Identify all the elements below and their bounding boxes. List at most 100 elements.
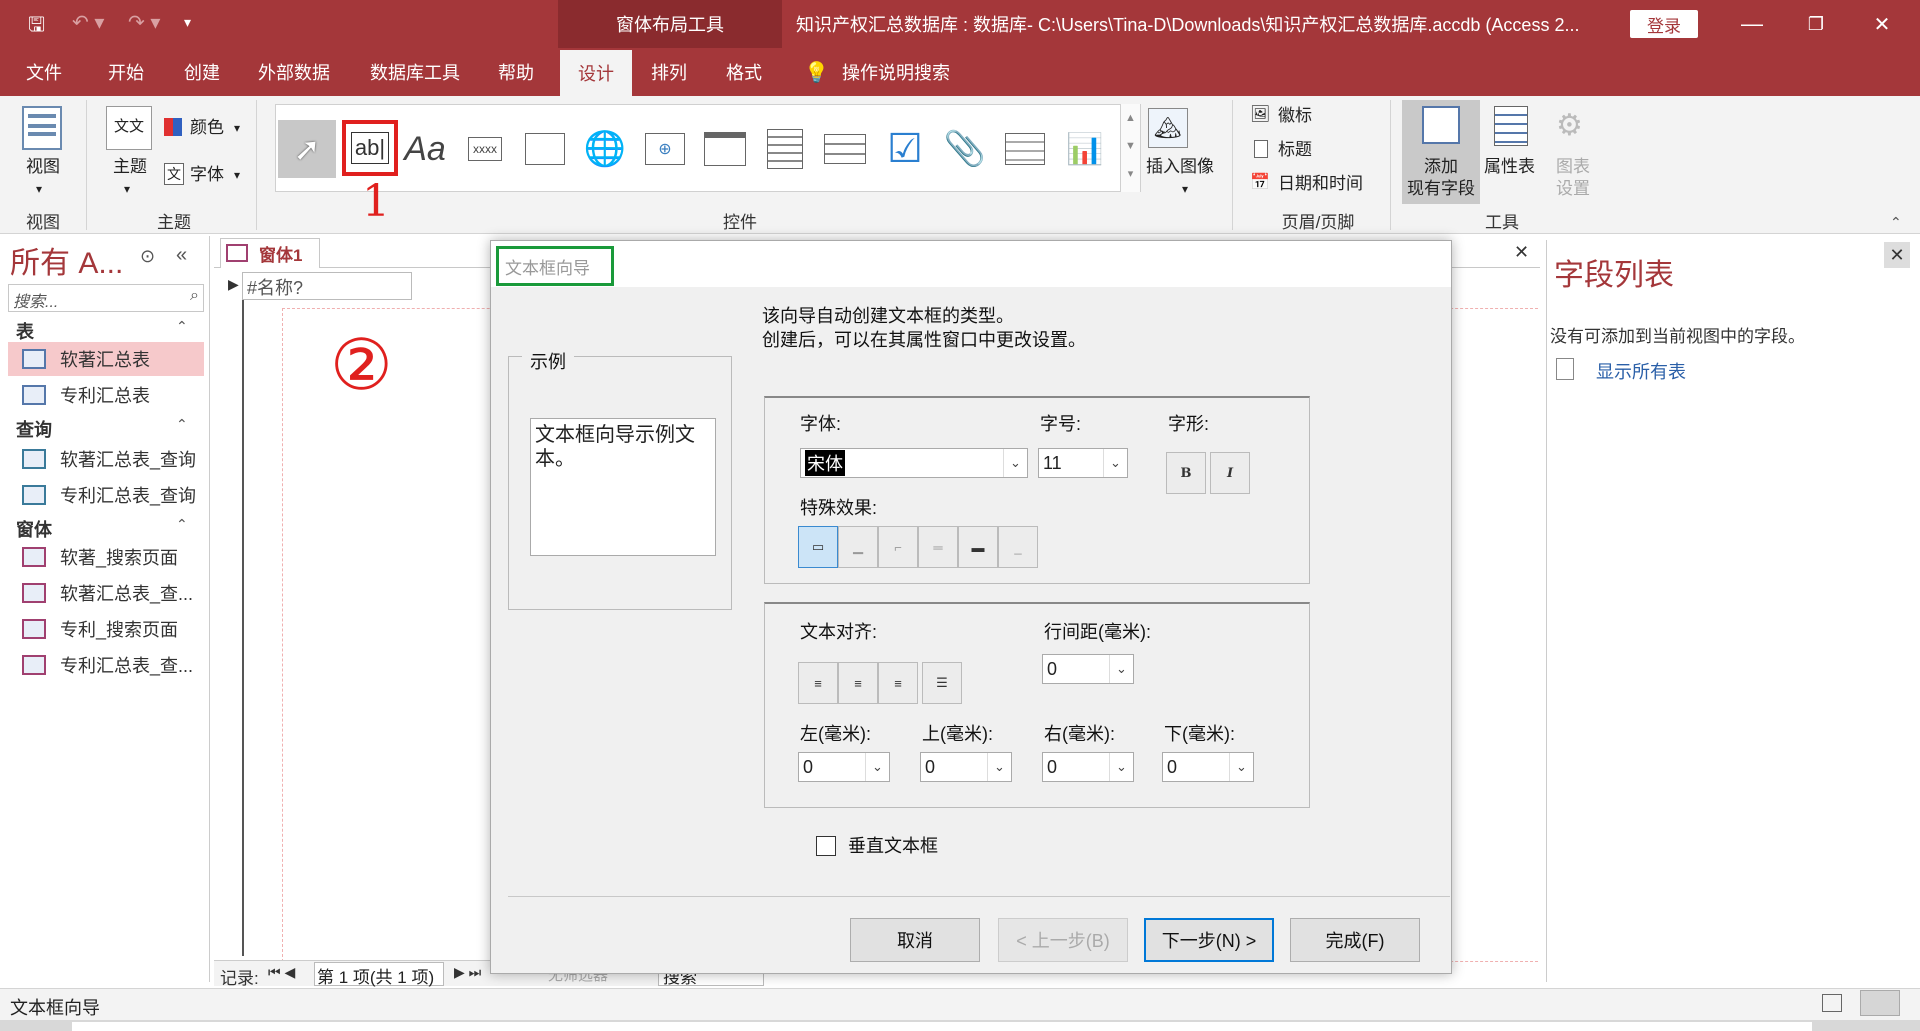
- effect-raised-button[interactable]: ▁: [838, 526, 878, 568]
- next-button[interactable]: 下一步(N) >: [1144, 918, 1274, 962]
- next-record-icon[interactable]: ▶ ⏭: [454, 964, 481, 981]
- nav-category-queries[interactable]: 查询: [16, 416, 52, 442]
- nav-item-form[interactable]: 专利汇总表_查...: [8, 648, 204, 682]
- tell-me-search[interactable]: 操作说明搜索: [842, 48, 950, 96]
- chevron-down-icon[interactable]: ⌄: [865, 753, 889, 781]
- chevron-down-icon[interactable]: ⌄: [1103, 449, 1127, 477]
- form-view-icon[interactable]: [1822, 994, 1842, 1012]
- nav-pane-title[interactable]: 所有 A...: [10, 238, 123, 282]
- nav-menu-icon[interactable]: ⊙: [140, 246, 155, 267]
- nav-item-table[interactable]: 专利汇总表: [8, 378, 204, 412]
- tab-design[interactable]: 设计: [560, 50, 632, 96]
- chevron-down-icon[interactable]: ▾: [234, 164, 240, 186]
- shutter-bar-icon[interactable]: «: [176, 244, 187, 267]
- fonts-button[interactable]: 字体: [190, 164, 224, 186]
- attachment-control-icon[interactable]: 📎: [940, 124, 990, 174]
- search-icon[interactable]: ⌕: [190, 287, 199, 305]
- nav-category-tables[interactable]: 表: [16, 318, 34, 344]
- close-button[interactable]: ✕: [1852, 0, 1912, 48]
- font-select[interactable]: 宋体 ⌄: [800, 448, 1028, 478]
- insert-image-button[interactable]: 插入图像: [1146, 156, 1214, 178]
- page-break-icon[interactable]: [820, 124, 870, 174]
- nav-category-forms[interactable]: 窗体: [16, 516, 52, 542]
- align-left-button[interactable]: ≡: [798, 662, 838, 704]
- web-browser-control-icon[interactable]: ⊕: [640, 124, 690, 174]
- align-distribute-button[interactable]: ☰: [922, 662, 962, 704]
- effect-etched-button[interactable]: ═: [918, 526, 958, 568]
- minimize-button[interactable]: —: [1722, 0, 1782, 48]
- date-time-button[interactable]: 日期和时间: [1278, 173, 1363, 195]
- checkbox-control-icon[interactable]: ☑: [880, 124, 930, 174]
- tab-file[interactable]: 文件: [26, 48, 62, 96]
- colors-button[interactable]: 颜色: [190, 117, 224, 139]
- bold-button[interactable]: B: [1166, 452, 1206, 494]
- tab-arrange[interactable]: 排列: [651, 48, 687, 96]
- nav-item-table[interactable]: 软著汇总表: [8, 342, 204, 376]
- nav-item-form[interactable]: 软著汇总表_查...: [8, 576, 204, 610]
- redo-icon[interactable]: ↷ ▾: [128, 10, 160, 35]
- theme-icon[interactable]: 文文: [106, 106, 152, 150]
- logo-button[interactable]: 徽标: [1278, 105, 1312, 127]
- subform-control-icon[interactable]: [1000, 124, 1050, 174]
- effect-shadowed-button[interactable]: ▬: [958, 526, 998, 568]
- collapse-icon[interactable]: ⌃: [176, 516, 188, 533]
- record-selector-icon[interactable]: ▶: [228, 276, 239, 293]
- effect-chiseled-button[interactable]: _: [998, 526, 1038, 568]
- close-field-list-icon[interactable]: ✕: [1884, 242, 1910, 268]
- name-textbox[interactable]: #名称?: [242, 272, 412, 300]
- chevron-down-icon[interactable]: ▾: [36, 178, 42, 200]
- undo-icon[interactable]: ↶ ▾: [72, 10, 104, 35]
- tab-home[interactable]: 开始: [108, 48, 144, 96]
- button-control-icon[interactable]: xxxx: [460, 124, 510, 174]
- record-position[interactable]: 第 1 项(共 1 项): [314, 962, 444, 987]
- tab-external-data[interactable]: 外部数据: [258, 48, 330, 96]
- chevron-down-icon[interactable]: ⌄: [1229, 753, 1253, 781]
- left-margin-select[interactable]: 0 ⌄: [798, 752, 890, 782]
- chevron-down-icon[interactable]: ▾: [234, 117, 240, 139]
- finish-button[interactable]: 完成(F): [1290, 918, 1420, 962]
- tab-control-icon[interactable]: [520, 124, 570, 174]
- show-all-tables-link[interactable]: 显示所有表: [1596, 358, 1686, 384]
- label-control-icon[interactable]: Aa: [400, 124, 450, 174]
- size-select[interactable]: 11 ⌄: [1038, 448, 1128, 478]
- view-icon[interactable]: [22, 106, 62, 150]
- hyperlink-control-icon[interactable]: 🌐: [580, 124, 630, 174]
- chevron-down-icon[interactable]: ▾: [1182, 178, 1188, 200]
- themes-button[interactable]: 主题: [108, 156, 152, 178]
- collapse-icon[interactable]: ⌃: [176, 318, 188, 335]
- bottom-margin-select[interactable]: 0 ⌄: [1162, 752, 1254, 782]
- tab-help[interactable]: 帮助: [498, 48, 534, 96]
- align-center-button[interactable]: ≡: [838, 662, 878, 704]
- chevron-down-icon[interactable]: ⌄: [1109, 655, 1133, 683]
- title-button[interactable]: 标题: [1278, 139, 1312, 161]
- first-record-icon[interactable]: ⏮ ◀: [268, 964, 295, 981]
- select-pointer-icon[interactable]: ➚: [278, 120, 336, 178]
- collapse-icon[interactable]: ⌃: [176, 416, 188, 433]
- align-right-button[interactable]: ≡: [878, 662, 918, 704]
- top-margin-select[interactable]: 0 ⌄: [920, 752, 1012, 782]
- property-sheet-button[interactable]: 属性表: [1484, 156, 1535, 178]
- option-group-icon[interactable]: [760, 124, 810, 174]
- nav-search-input[interactable]: 搜索... ⌕: [8, 284, 204, 312]
- close-doc-icon[interactable]: ✕: [1514, 242, 1529, 263]
- effect-sunken-button[interactable]: ⌐: [878, 526, 918, 568]
- right-margin-select[interactable]: 0 ⌄: [1042, 752, 1134, 782]
- tab-format[interactable]: 格式: [726, 48, 762, 96]
- chevron-down-icon[interactable]: ▾: [124, 178, 130, 200]
- gallery-scroll[interactable]: ▲ ▼ ▾: [1120, 104, 1140, 192]
- nav-item-form[interactable]: 专利_搜索页面: [8, 612, 204, 646]
- navigation-control-icon[interactable]: [700, 124, 750, 174]
- nav-item-form[interactable]: 软著_搜索页面: [8, 540, 204, 574]
- nav-item-query[interactable]: 软著汇总表_查询: [8, 442, 204, 476]
- tab-database-tools[interactable]: 数据库工具: [370, 48, 460, 96]
- save-icon[interactable]: 🖫: [28, 10, 45, 44]
- view-button[interactable]: 视图: [22, 156, 64, 178]
- qat-customize-icon[interactable]: ▾: [184, 14, 191, 31]
- cancel-button[interactable]: 取消: [850, 918, 980, 962]
- chart-control-icon[interactable]: 📊: [1060, 124, 1110, 174]
- vertical-textbox-checkbox[interactable]: [816, 836, 836, 856]
- textbox-control-icon[interactable]: ab|: [342, 120, 398, 176]
- linespacing-select[interactable]: 0 ⌄: [1042, 654, 1134, 684]
- effect-flat-button[interactable]: ▭: [798, 526, 838, 568]
- chevron-down-icon[interactable]: ⌄: [1109, 753, 1133, 781]
